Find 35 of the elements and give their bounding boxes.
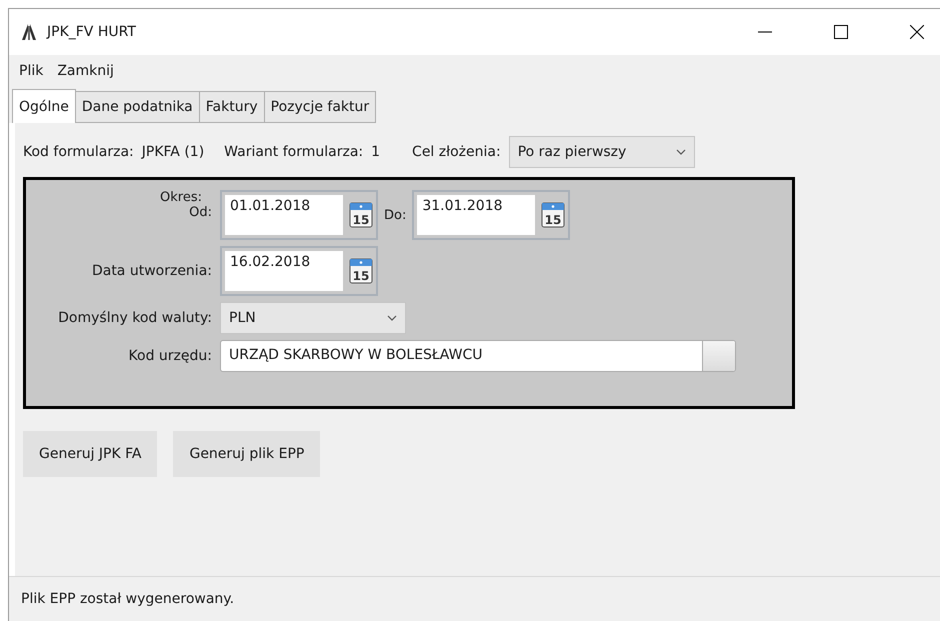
menu-item[interactable]: Zamknij (57, 63, 114, 79)
date-picker[interactable]: 31.01.2018 15 (412, 190, 570, 240)
app-logo-icon (19, 22, 39, 42)
field-value: JPKFA (1) (142, 144, 204, 160)
chevron-icon (676, 149, 686, 155)
calendar-icon[interactable]: 15 (349, 258, 373, 284)
maximize-icon[interactable] (834, 25, 848, 39)
field-label: Kod urzędu: (128, 348, 212, 364)
tab[interactable]: Ogólne (12, 89, 76, 123)
tab[interactable]: Faktury (198, 91, 265, 123)
field-label: Kod formularza: (23, 144, 134, 160)
tab[interactable]: Pozycje faktur (264, 91, 376, 123)
window-title: JPK_FV HURT (47, 24, 137, 40)
field-value: 1 (371, 144, 380, 160)
field-label: Cel złożenia: (412, 144, 501, 160)
field-label: Wariant formularza: (224, 144, 364, 160)
chevron-icon (387, 315, 397, 321)
field-label: Od: (189, 205, 212, 220)
field-label: Do: (384, 208, 406, 222)
office-field[interactable]: URZĄD SKARBOWY W BOLESŁAWCU (220, 340, 736, 372)
field-label: Data utworzenia: (90, 263, 212, 279)
date-picker[interactable]: 01.01.2018 15 (220, 190, 378, 240)
currency-dropdown[interactable]: PLN (220, 302, 406, 334)
field-label: Domyślny kod waluty: (57, 310, 212, 326)
calendar-icon[interactable]: 15 (541, 202, 566, 228)
date-picker[interactable]: 16.02.2018 15 (220, 246, 378, 296)
close-icon[interactable] (910, 25, 924, 39)
status-message: Plik EPP został wygenerowany. (9, 576, 940, 621)
tab[interactable]: Dane podatnika (74, 91, 200, 123)
generate-button[interactable]: Generuj JPK FA (23, 431, 158, 477)
calendar-icon[interactable]: 15 (349, 202, 373, 228)
menu-item[interactable]: Plik (19, 63, 44, 79)
field-label: Okres: (160, 190, 202, 205)
generate-button[interactable]: Generuj plik EPP (173, 431, 320, 477)
purpose-dropdown[interactable]: Po raz pierwszy (508, 136, 695, 168)
